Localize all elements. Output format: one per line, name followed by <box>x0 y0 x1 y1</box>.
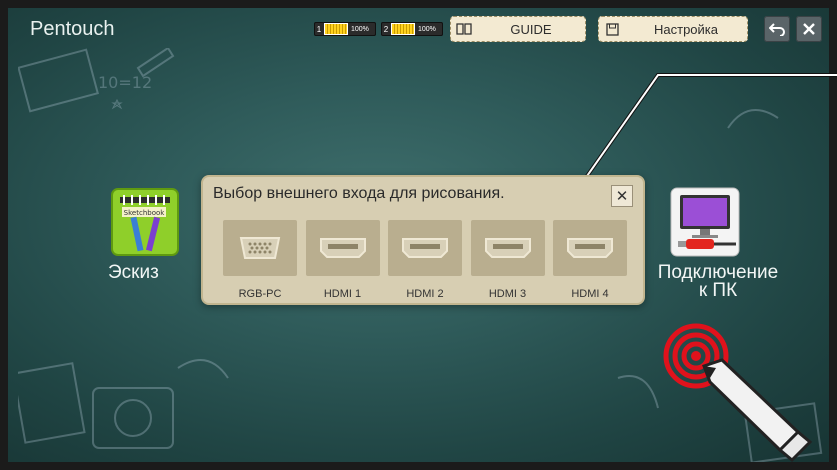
input-source-hdmi-1[interactable]: HDMI 1 <box>305 220 380 300</box>
hdmi-port-icon <box>567 238 613 258</box>
input-tile[interactable] <box>388 220 462 276</box>
input-tile[interactable] <box>470 220 545 276</box>
input-source-hdmi-2[interactable]: HDMI 2 <box>388 220 462 300</box>
back-button[interactable] <box>764 16 790 42</box>
input-label: HDMI 4 <box>571 288 609 300</box>
guide-label: GUIDE <box>510 21 552 37</box>
hdmi-port-icon <box>319 238 366 258</box>
back-arrow-icon <box>769 23 785 36</box>
pc-connection-app-icon[interactable] <box>670 187 740 257</box>
input-tile[interactable] <box>223 220 297 276</box>
stylus-pen-icon <box>702 358 813 463</box>
floppy-icon <box>599 22 625 36</box>
input-tile[interactable] <box>553 220 627 276</box>
hdmi-port-icon <box>484 238 531 258</box>
input-source-hdmi-3[interactable]: HDMI 3 <box>470 220 545 300</box>
guide-button[interactable]: GUIDE <box>450 16 586 42</box>
settings-label: Настройка <box>654 21 718 37</box>
sketchbook-icon: Sketchbook <box>111 188 179 256</box>
pc-label-line2: к ПК <box>698 280 738 301</box>
pen-touch-illustration <box>663 323 813 463</box>
battery-index: 1 <box>316 24 322 34</box>
close-icon: ✕ <box>615 188 629 205</box>
battery-level-icon <box>324 23 348 35</box>
pc-connection-app-label[interactable]: Подключение к ПК <box>648 263 788 301</box>
battery-index: 2 <box>383 24 389 34</box>
monitor-plug-icon <box>670 187 740 257</box>
input-source-list: RGB-PC HDMI 1 HDMI 2 HDMI 3 HDMI 4 <box>223 220 636 300</box>
settings-button[interactable]: Настройка <box>598 16 748 42</box>
input-source-rgb-pc[interactable]: RGB-PC <box>223 220 297 300</box>
input-label: HDMI 1 <box>323 288 362 300</box>
battery-percent: 100% <box>418 25 436 33</box>
sketchbook-badge: Sketchbook <box>124 209 166 217</box>
input-source-hdmi-4[interactable]: HDMI 4 <box>553 220 627 300</box>
input-label: HDMI 2 <box>406 288 444 300</box>
input-tile[interactable] <box>305 220 380 276</box>
close-icon <box>803 23 815 35</box>
battery-level-icon <box>391 23 415 35</box>
app-title: Pentouch <box>30 18 115 40</box>
hdmi-port-icon <box>402 238 448 258</box>
sketchbook-app-icon[interactable]: Sketchbook <box>110 187 180 257</box>
input-label: RGB-PC <box>238 288 282 300</box>
pen-battery-2: 2 100% <box>381 22 443 36</box>
input-label: HDMI 3 <box>488 288 527 300</box>
battery-percent: 100% <box>351 25 369 33</box>
close-app-button[interactable] <box>796 16 822 42</box>
chalk-doodle-top-left: 10=12 <box>18 48 175 113</box>
pen-battery-1: 1 100% <box>314 22 376 36</box>
dialog-close-button[interactable]: ✕ <box>611 185 633 207</box>
sketch-app-label[interactable]: Эскиз <box>108 263 159 282</box>
input-select-dialog: Выбор внешнего входа для рисования. ✕ RG… <box>201 175 645 305</box>
book-icon <box>451 23 477 35</box>
chalk-doodle-bottom-left <box>18 359 229 449</box>
vga-port-icon <box>239 237 281 259</box>
dialog-title: Выбор внешнего входа для рисования. <box>213 185 505 202</box>
